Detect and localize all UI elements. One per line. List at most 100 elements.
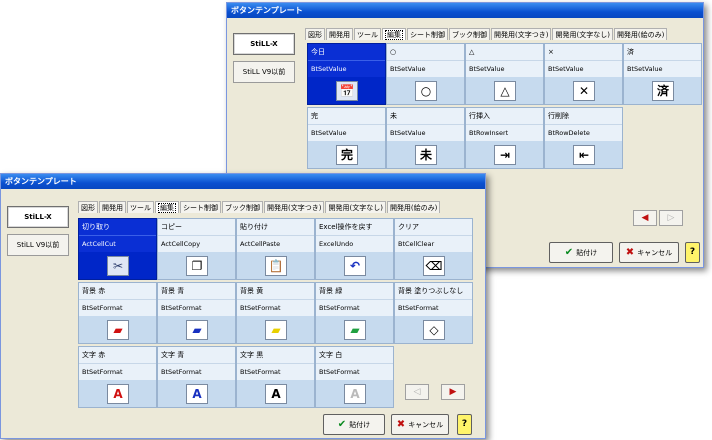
template-button-tile[interactable]: 文字 青 BtSetFormat A (157, 346, 236, 408)
tile-label: 今日 (308, 44, 385, 61)
check-icon: ✔ (337, 419, 347, 430)
tab-dev-icon-only[interactable]: 開発用(絵のみ) (386, 201, 441, 213)
help-button[interactable]: ? (685, 242, 700, 263)
sidebar-item-still-x[interactable]: StiLL-X (7, 206, 69, 228)
cancel-button[interactable]: ✖ キャンセル (391, 414, 449, 435)
tile-label: 文字 青 (158, 347, 235, 364)
paste-button[interactable]: ✔ 貼付け (323, 414, 385, 435)
tile-label: 文字 白 (316, 347, 393, 364)
copy-icon: ❐ (186, 256, 208, 276)
tile-label: 行挿入 (466, 108, 543, 125)
tile-label: 背景 塗りつぶしなし (395, 283, 472, 300)
template-button-tile[interactable]: クリア BtCellClear ⌫ (394, 218, 473, 280)
template-button-tile[interactable]: ○ BtSetValue ○ (386, 43, 465, 105)
check-icon: ✔ (564, 247, 574, 258)
button-grid: 切り取り ActCellCut ✂ コピー ActCellCopy ❐ 貼り付け ActCel… (78, 218, 478, 408)
tile-function-name: BtSetValue (545, 61, 622, 77)
calendar-icon: 📅 (336, 81, 358, 101)
cancel-button[interactable]: ✖ キャンセル (619, 242, 679, 263)
next-page-arrow-icon[interactable]: ▷ (659, 210, 683, 226)
template-button-tile[interactable]: 行挿入 BtRowInsert ⇥ (465, 107, 544, 169)
tab-book-control[interactable]: ブック制御 (222, 201, 263, 213)
sidebar-item-still-x[interactable]: StiLL-X (233, 33, 295, 55)
font-blue-icon: A (186, 384, 208, 404)
tab-dev-no-text[interactable]: 開発用(文字なし) (325, 201, 386, 213)
tile-function-name: BtSetValue (387, 61, 464, 77)
template-button-tile[interactable]: 完 BtSetValue 完 (307, 107, 386, 169)
tile-function-name: BtSetFormat (79, 364, 156, 380)
tab-shapes[interactable]: 図形 (305, 28, 325, 40)
tile-label: 文字 黒 (237, 347, 314, 364)
tile-label: 済 (624, 44, 701, 61)
tab-sheet-control[interactable]: シート制御 (407, 28, 448, 40)
tile-function-name: BtSetFormat (316, 364, 393, 380)
tile-function-name: BtSetValue (308, 125, 385, 141)
tab-dev[interactable]: 開発用 (99, 201, 126, 213)
tile-label: 完 (308, 108, 385, 125)
template-button-tile[interactable]: 貼り付け ActCellPaste 📋 (236, 218, 315, 280)
template-button-tile[interactable]: 行削除 BtRowDelete ⇤ (544, 107, 623, 169)
tab-dev[interactable]: 開発用 (326, 28, 353, 40)
template-button-tile[interactable]: Excel操作を戻す ExcelUndo ↶ (315, 218, 394, 280)
fill-green-icon: ▰ (344, 320, 366, 340)
template-button-tile[interactable]: 済 BtSetValue 済 (623, 43, 702, 105)
font-red-icon: A (107, 384, 129, 404)
template-button-tile[interactable]: 未 BtSetValue 未 (386, 107, 465, 169)
prev-page-arrow-icon[interactable]: ◀ (633, 210, 657, 226)
fill-red-icon: ▰ (107, 320, 129, 340)
template-button-tile[interactable]: 文字 黒 BtSetFormat A (236, 346, 315, 408)
sidebar-item-still-v9[interactable]: StiLL V9以前 (233, 61, 295, 83)
eraser-icon: ⌫ (423, 256, 445, 276)
button-grid: 今日 BtSetValue 📅 ○ BtSetValue ○ △ BtSetValue △ × Bt… (307, 43, 702, 169)
template-button-tile[interactable]: コピー ActCellCopy ❐ (157, 218, 236, 280)
tile-label: 行削除 (545, 108, 622, 125)
triangle-icon: △ (494, 81, 516, 101)
tile-label: Excel操作を戻す (316, 219, 393, 236)
tile-function-name: BtSetFormat (158, 300, 235, 316)
undo-icon: ↶ (344, 256, 366, 276)
done-kanji-icon: 済 (652, 81, 674, 101)
tile-label: コピー (158, 219, 235, 236)
template-button-tile[interactable]: 背景 赤 BtSetFormat ▰ (78, 282, 157, 344)
help-button[interactable]: ? (457, 414, 472, 435)
prev-page-arrow-icon[interactable]: ◁ (405, 384, 429, 400)
next-page-arrow-icon[interactable]: ▶ (441, 384, 465, 400)
template-button-tile[interactable]: 文字 赤 BtSetFormat A (78, 346, 157, 408)
front-window: ボタンテンプレート StiLL-X StiLL V9以前 図形 開発用 ツール … (0, 173, 486, 439)
template-button-tile[interactable]: 背景 黄 BtSetFormat ▰ (236, 282, 315, 344)
template-button-tile[interactable]: 切り取り ActCellCut ✂ (78, 218, 157, 280)
tile-label: 未 (387, 108, 464, 125)
template-button-tile[interactable]: 文字 白 BtSetFormat A (315, 346, 394, 408)
tile-function-name: ActCellCopy (158, 236, 235, 252)
tile-label: 背景 赤 (79, 283, 156, 300)
template-button-tile[interactable]: 背景 緑 BtSetFormat ▰ (315, 282, 394, 344)
fill-yellow-icon: ▰ (265, 320, 287, 340)
row-delete-icon: ⇤ (573, 145, 595, 165)
tab-tools[interactable]: ツール (127, 201, 154, 213)
tile-function-name: BtSetFormat (316, 300, 393, 316)
title-bar[interactable]: ボタンテンプレート (1, 174, 485, 189)
template-button-tile[interactable]: 背景 青 BtSetFormat ▰ (157, 282, 236, 344)
tab-tools[interactable]: ツール (354, 28, 381, 40)
title-bar[interactable]: ボタンテンプレート (227, 3, 703, 18)
sidebar-item-still-v9[interactable]: StiLL V9以前 (7, 234, 69, 256)
tile-function-name: BtSetValue (308, 61, 385, 77)
tab-edit[interactable]: 編集 (382, 28, 406, 40)
tab-dev-with-text[interactable]: 開発用(文字つき) (264, 201, 325, 213)
template-button-tile[interactable]: 今日 BtSetValue 📅 (307, 43, 386, 105)
tab-shapes[interactable]: 図形 (78, 201, 98, 213)
template-button-tile[interactable]: 背景 塗りつぶしなし BtSetFormat ◇ (394, 282, 473, 344)
tab-sheet-control[interactable]: シート制御 (180, 201, 221, 213)
tab-dev-with-text[interactable]: 開発用(文字つき) (491, 28, 552, 40)
tab-book-control[interactable]: ブック制御 (449, 28, 490, 40)
tab-dev-no-text[interactable]: 開発用(文字なし) (552, 28, 613, 40)
paste-button[interactable]: ✔ 貼付け (549, 242, 613, 263)
template-button-tile[interactable]: × BtSetValue ✕ (544, 43, 623, 105)
tile-function-name: BtSetFormat (237, 300, 314, 316)
tab-dev-icon-only[interactable]: 開発用(絵のみ) (613, 28, 668, 40)
pending-kanji-icon: 未 (415, 145, 437, 165)
fill-none-icon: ◇ (423, 320, 445, 340)
template-button-tile[interactable]: △ BtSetValue △ (465, 43, 544, 105)
tab-edit[interactable]: 編集 (155, 201, 179, 213)
tile-label: クリア (395, 219, 472, 236)
